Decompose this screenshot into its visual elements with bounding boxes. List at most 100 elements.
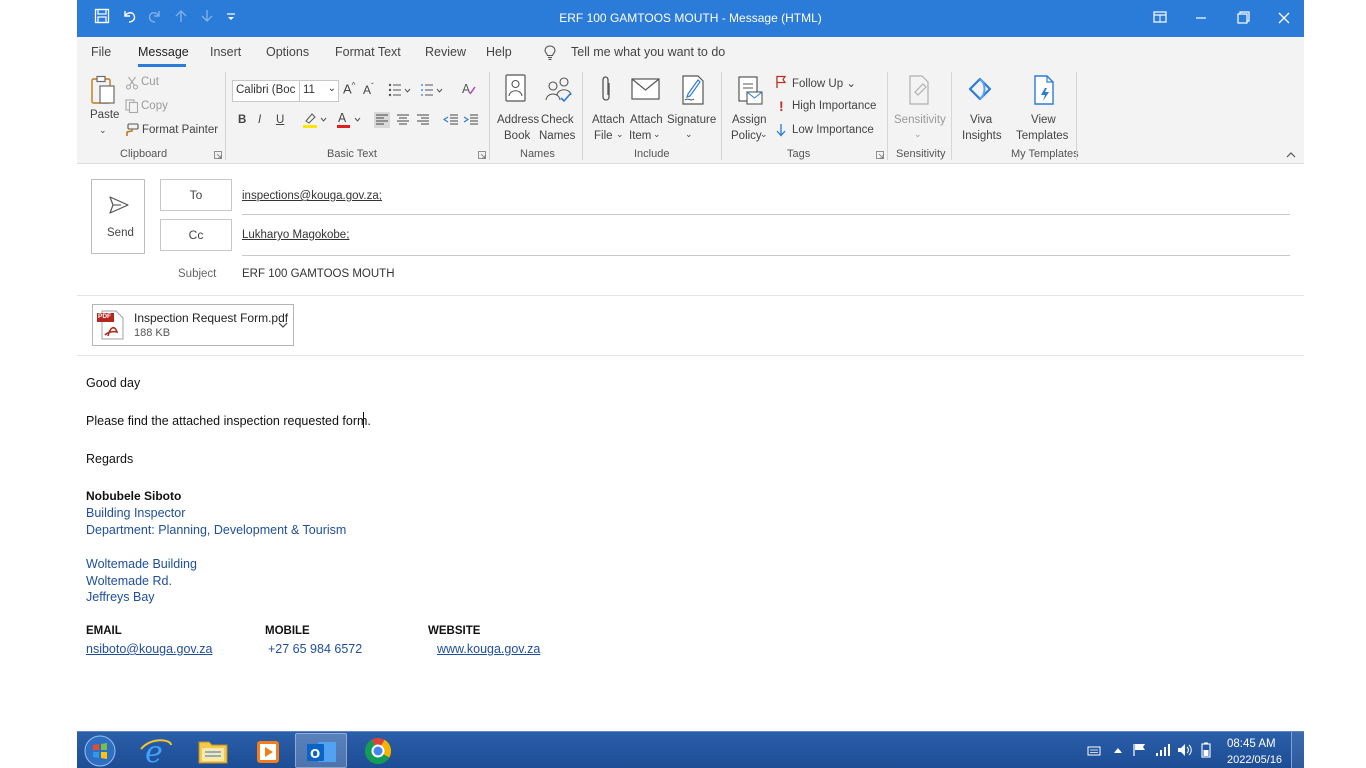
signature-title: Building Inspector [86, 506, 186, 520]
restore-icon[interactable] [1228, 6, 1258, 30]
volume-icon[interactable] [1177, 743, 1193, 757]
file-explorer-icon[interactable] [187, 733, 239, 768]
cc-field[interactable]: Lukharyo Magokobe; [242, 229, 349, 241]
font-size-select[interactable]: 11 ⌄ [299, 80, 339, 102]
follow-up-button[interactable]: Follow Up ⌄ [792, 76, 856, 90]
chevron-down-icon[interactable] [278, 321, 288, 329]
ribbon: Paste ⌄ Cut Copy Format Painter Clipboar… [77, 67, 1304, 164]
action-center-flag-icon[interactable] [1132, 743, 1148, 757]
tags-group-label: Tags [787, 148, 811, 160]
battery-icon[interactable] [1199, 742, 1213, 758]
tab-file[interactable]: File [91, 45, 111, 59]
decrease-indent-icon[interactable] [442, 112, 459, 128]
cc-button[interactable]: Cc [160, 219, 232, 251]
chevron-down-icon: ⌄ [616, 129, 624, 139]
clear-formatting-icon[interactable]: A [461, 81, 477, 97]
subject-label: Subject [178, 268, 217, 280]
signature-address-2: Woltemade Rd. [86, 574, 172, 588]
dialog-launcher-icon[interactable] [214, 151, 222, 159]
media-player-icon[interactable] [243, 733, 295, 768]
message-body[interactable]: Good day Please find the attached inspec… [77, 356, 1304, 730]
tab-format-text[interactable]: Format Text [335, 45, 401, 59]
underline-icon[interactable]: U [276, 114, 284, 126]
numbering-icon[interactable] [420, 83, 444, 97]
sensitivity-button[interactable]: Sensitivity ⌄ [892, 73, 946, 143]
tab-options[interactable]: Options [266, 45, 309, 59]
show-desktop-button[interactable] [1291, 732, 1304, 768]
tab-review[interactable]: Review [425, 45, 466, 59]
view-templates-button[interactable]: View Templates [1011, 73, 1073, 143]
attach-file-button[interactable]: Attach File ⌄ [589, 73, 627, 143]
address-book-label-1: Address [497, 114, 540, 126]
viva-insights-icon [966, 75, 994, 105]
increase-indent-icon[interactable] [463, 112, 479, 128]
follow-up-label: Follow Up [792, 78, 844, 90]
view-templates-label-2: Templates [1016, 130, 1069, 142]
low-importance-button[interactable]: Low Importance [792, 124, 874, 136]
internet-explorer-icon[interactable]: e [131, 733, 183, 768]
start-button-icon[interactable] [83, 734, 117, 768]
attach-file-label-2: File [594, 130, 613, 142]
address-book-button[interactable]: Address Book [495, 73, 540, 143]
bold-icon[interactable]: B [238, 114, 246, 126]
chevron-down-icon: ⌄ [99, 125, 107, 135]
font-size-value: 11 [303, 84, 315, 96]
check-names-button[interactable]: Check Names [538, 73, 580, 143]
attach-item-label-1: Attach [630, 114, 663, 126]
email-heading: EMAIL [86, 625, 122, 637]
signature-button[interactable]: Signature ⌄ [667, 73, 717, 143]
shrink-font-icon[interactable]: Aˇ [363, 82, 374, 97]
highlight-icon[interactable] [302, 111, 328, 129]
clock-date[interactable]: 2022/05/16 [1227, 754, 1282, 766]
chrome-icon[interactable] [352, 733, 404, 768]
attach-item-button[interactable]: Attach Item ⌄ [627, 73, 667, 143]
network-signal-icon[interactable] [1155, 743, 1171, 757]
cut-button[interactable]: Cut [141, 76, 159, 88]
check-names-label-1: Check [541, 114, 574, 126]
clipboard-icon [90, 75, 116, 105]
keyboard-icon[interactable] [1087, 745, 1101, 757]
assign-policy-button[interactable]: Assign Policy ⌄ [729, 73, 771, 143]
font-color-icon[interactable]: A [336, 111, 362, 129]
font-name-select[interactable]: Calibri (Boc [232, 80, 302, 102]
copy-button[interactable]: Copy [141, 100, 168, 112]
to-field[interactable]: inspections@kouga.gov.za; [242, 190, 382, 202]
format-painter-button[interactable]: Format Painter [142, 124, 218, 136]
website-heading: WEBSITE [428, 625, 481, 637]
body-regards: Regards [86, 452, 134, 466]
collapse-ribbon-icon[interactable] [1286, 151, 1296, 159]
minimize-icon[interactable] [1186, 6, 1216, 30]
email-link[interactable]: nsiboto@kouga.gov.za [86, 642, 212, 656]
windows-taskbar: e O 08:45 AM 2022/05/16 [77, 731, 1304, 768]
subject-field[interactable]: ERF 100 GAMTOOS MOUTH [242, 268, 395, 280]
attachment-chip[interactable]: PDF Inspection Request Form.pdf 188 KB [92, 304, 294, 346]
to-button[interactable]: To [160, 179, 232, 211]
grow-font-icon[interactable]: A^ [343, 81, 355, 96]
basic-text-group-label: Basic Text [327, 148, 377, 160]
show-hidden-icons-icon[interactable] [1113, 746, 1123, 754]
dialog-launcher-icon[interactable] [478, 151, 486, 159]
signature-department: Department: Planning, Development & Tour… [86, 523, 347, 537]
align-left-icon[interactable] [374, 112, 390, 128]
ribbon-display-options-icon[interactable] [1145, 6, 1175, 30]
tab-help[interactable]: Help [486, 45, 512, 59]
tab-message[interactable]: Message [138, 45, 189, 59]
tell-me-search[interactable]: Tell me what you want to do [571, 45, 725, 59]
close-icon[interactable] [1269, 6, 1299, 30]
paste-button[interactable]: Paste ⌄ [87, 73, 119, 141]
italic-icon[interactable]: I [258, 114, 261, 126]
high-importance-button[interactable]: High Importance [792, 100, 876, 112]
website-link[interactable]: www.kouga.gov.za [437, 642, 540, 656]
dialog-launcher-icon[interactable] [876, 151, 884, 159]
align-right-icon[interactable] [415, 112, 431, 128]
viva-insights-button[interactable]: Viva Insights [957, 73, 1003, 143]
send-button[interactable]: Send [91, 179, 145, 254]
outlook-taskbar-icon[interactable]: O [295, 733, 347, 768]
tab-insert[interactable]: Insert [210, 45, 241, 59]
clock-time[interactable]: 08:45 AM [1227, 738, 1276, 750]
chevron-down-icon: ⌄ [327, 83, 336, 94]
assign-policy-icon [738, 76, 764, 106]
bullets-icon[interactable] [388, 83, 412, 97]
align-center-icon[interactable] [395, 112, 411, 128]
send-icon [109, 196, 129, 214]
